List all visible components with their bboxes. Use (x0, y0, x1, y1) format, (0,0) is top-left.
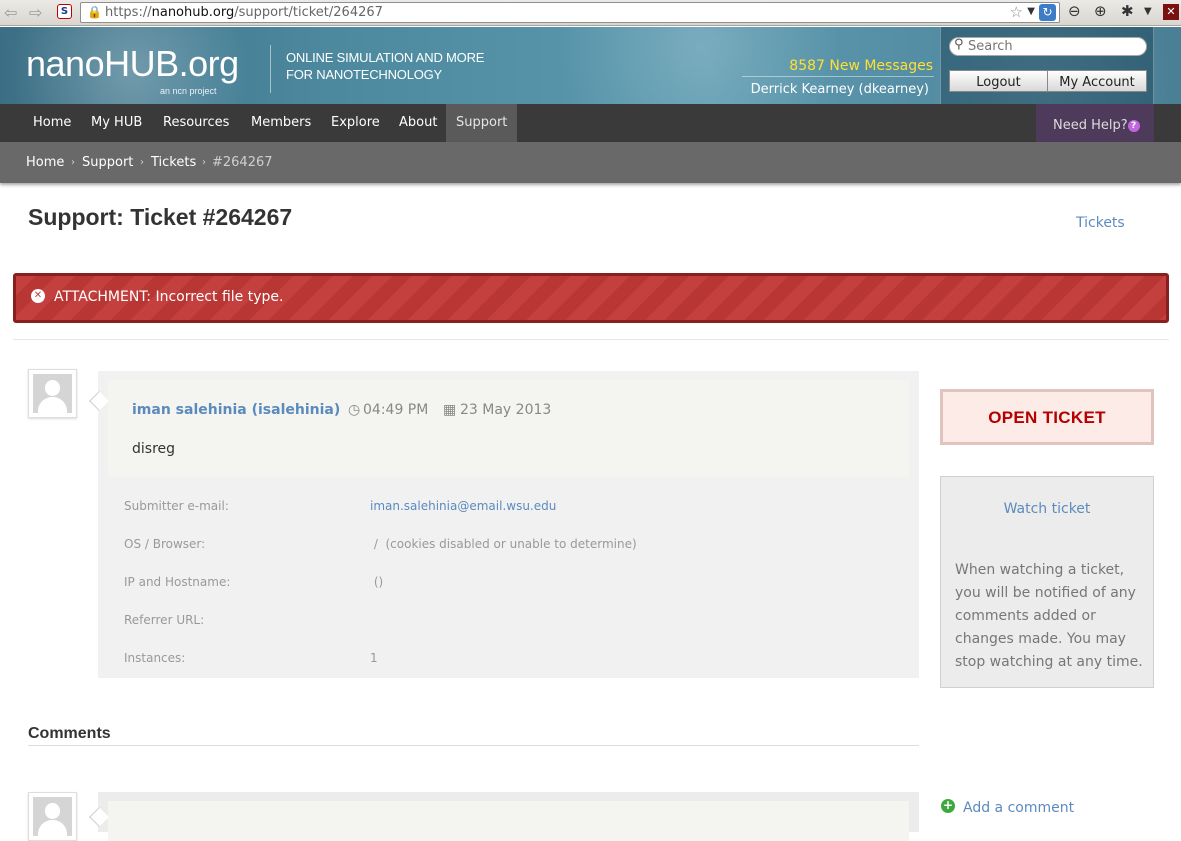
detail-value-os: / (cookies disabled or unable to determi… (370, 537, 637, 551)
zoom-out-icon[interactable]: ⊖ (1068, 2, 1081, 20)
nav-resources[interactable]: Resources (153, 104, 239, 142)
site-logo[interactable]: nanoHUB.org (26, 45, 239, 83)
forward-icon[interactable]: ⇨ (29, 3, 42, 22)
nav-about[interactable]: About (389, 104, 447, 142)
new-messages-link[interactable]: 8587 New Messages (789, 58, 933, 74)
user-divider (742, 76, 934, 77)
window-close-icon[interactable]: ✕ (1163, 4, 1179, 20)
help-question-icon: ? (1127, 120, 1140, 132)
lock-icon: 🔒 (87, 5, 102, 19)
extension-icon[interactable]: ✱ (1121, 2, 1134, 20)
detail-value-ip: () (370, 575, 384, 589)
breadcrumb-separator-icon: › (202, 157, 206, 168)
nav-members[interactable]: Members (241, 104, 321, 142)
comments-divider (28, 745, 919, 746)
breadcrumb: Home › Support › Tickets › #264267 (0, 142, 1181, 183)
url-dropdown-icon[interactable]: ▼ (1027, 6, 1035, 17)
error-message: ✕ ATTACHMENT: Incorrect file type. (13, 273, 1169, 323)
zoom-in-icon[interactable]: ⊕ (1094, 2, 1107, 20)
detail-label-instances: Instances: (124, 651, 186, 665)
detail-label-email: Submitter e-mail: (124, 499, 229, 513)
nav-support[interactable]: Support (446, 104, 518, 142)
breadcrumb-tickets[interactable]: Tickets (151, 142, 196, 184)
need-help-label: Need Help? (1053, 118, 1128, 133)
page-title: Support: Ticket #264267 (28, 204, 293, 230)
comment-form (108, 801, 909, 841)
breadcrumb-current: #264267 (212, 155, 273, 170)
watch-description: When watching a ticket, you will be noti… (955, 562, 1143, 670)
watch-ticket-link[interactable]: Watch ticket (941, 501, 1153, 517)
divider (13, 339, 1169, 340)
menu-dropdown-icon[interactable]: ▼ (1144, 6, 1152, 17)
address-bar[interactable]: 🔒 https://nanohub.org/support/ticket/264… (80, 2, 1060, 23)
ticket-author-link[interactable]: iman salehinia (isalehinia) (132, 402, 340, 418)
need-help-button[interactable]: Need Help?? (1036, 104, 1154, 145)
comment-form-panel (98, 792, 919, 841)
site-favicon-icon: S (57, 4, 72, 19)
my-account-button[interactable]: My Account (1047, 70, 1147, 92)
nav-explore[interactable]: Explore (321, 104, 390, 142)
user-name-link[interactable]: Derrick Kearney (dkearney) (751, 82, 929, 97)
search-input[interactable] (968, 39, 1138, 54)
nav-home[interactable]: Home (23, 104, 81, 142)
reload-icon[interactable]: ↻ (1039, 4, 1056, 21)
account-panel: ⚲ Logout My Account (940, 27, 1154, 104)
breadcrumb-support[interactable]: Support (82, 142, 133, 184)
detail-label-os: OS / Browser: (124, 537, 206, 551)
bookmark-star-icon[interactable]: ☆ (1010, 3, 1023, 21)
error-icon: ✕ (31, 289, 45, 303)
comment-avatar (28, 792, 77, 841)
search-field[interactable]: ⚲ (949, 37, 1147, 56)
logout-button[interactable]: Logout (949, 70, 1048, 92)
calendar-icon: ▦ (443, 402, 457, 418)
url-text[interactable]: https://nanohub.org/support/ticket/26426… (105, 5, 383, 20)
nav-my-hub[interactable]: My HUB (81, 104, 152, 142)
add-comment-link[interactable]: Add a comment (963, 800, 1074, 816)
clock-icon: ◷ (348, 402, 361, 418)
add-icon[interactable]: + (941, 799, 955, 813)
ticket-date: 23 May 2013 (460, 402, 552, 418)
breadcrumb-home[interactable]: Home (26, 142, 64, 184)
browser-toolbar: ⇦ ⇨ S 🔒 https://nanohub.org/support/tick… (0, 0, 1181, 26)
watch-panel: Watch ticket When watching a ticket, you… (940, 476, 1154, 688)
back-icon[interactable]: ⇦ (4, 3, 17, 22)
tickets-link[interactable]: Tickets (1076, 215, 1125, 231)
ticket-text: disreg (132, 441, 176, 457)
ticket-status-badge: OPEN TICKET (940, 389, 1154, 445)
site-header: nanoHUB.org an ncn project Online Simula… (0, 27, 1181, 104)
detail-label-ip: IP and Hostname: (124, 575, 231, 589)
detail-value-instances: 1 (370, 651, 378, 665)
header-divider (270, 45, 271, 93)
site-tagline: Online Simulation and More for Nanotechn… (286, 50, 485, 82)
detail-value-email[interactable]: iman.salehinia@email.wsu.edu (370, 499, 556, 513)
avatar (28, 369, 77, 418)
breadcrumb-separator-icon: › (71, 157, 75, 168)
ticket-panel: iman salehinia (isalehinia) ◷ 04:49 PM ▦… (98, 371, 919, 678)
ticket-header: iman salehinia (isalehinia) ◷ 04:49 PM ▦… (108, 380, 909, 477)
detail-label-referrer: Referrer URL: (124, 613, 205, 627)
main-nav: Home My HUB Resources Members Explore Ab… (0, 104, 1181, 142)
search-icon: ⚲ (954, 37, 964, 52)
breadcrumb-separator-icon: › (140, 157, 144, 168)
comments-heading: Comments (28, 725, 111, 742)
error-text: ATTACHMENT: Incorrect file type. (54, 289, 284, 305)
ticket-time: 04:49 PM (363, 402, 429, 418)
logo-subtitle: an ncn project (160, 86, 217, 96)
